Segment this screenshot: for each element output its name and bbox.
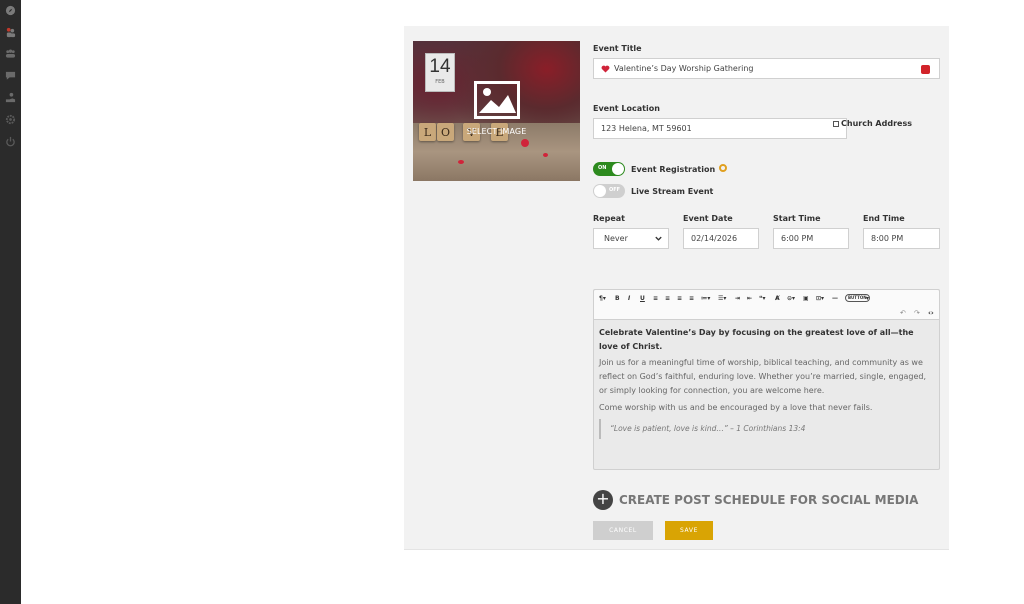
event-date-label: Event Date [683,214,733,223]
event-registration-toggle[interactable]: ON [593,162,625,176]
date-badge-day: 14 [429,56,451,77]
church-address-checkbox[interactable]: Church Address [833,119,912,128]
code-view-icon[interactable]: ‹› [928,309,934,317]
heart-decoration [521,139,529,147]
paragraph-format-button[interactable]: ¶▾ [599,295,606,302]
event-image[interactable]: L O V E 14 FEB SELECT IMAGE [413,41,580,181]
checkbox-box[interactable] [833,120,839,127]
select-image-label[interactable]: SELECT IMAGE [413,127,580,136]
indent-button[interactable]: ⇥ [735,295,740,302]
insert-image-button[interactable]: ▣ [803,295,809,302]
image-placeholder-icon [474,81,520,119]
date-badge-month: FEB [435,79,445,85]
start-time-value: 6:00 PM [781,234,814,243]
power-icon[interactable] [5,136,16,147]
undo-icon[interactable]: ↶ [900,309,906,317]
editor-toolbar: ¶▾ B I U ≡ ≡ ≡ ≡ ≔▾ ☰▾ ⇥ ⇤ ❝▾ Ⱥ ⊝▾ ▣ ⊡▾ … [594,290,939,320]
event-location-input[interactable]: 123 Helena, MT 59601 [593,118,847,139]
chat-icon[interactable] [5,70,16,81]
cancel-button[interactable]: CANCEL [593,521,653,540]
insert-video-button[interactable]: ⊡▾ [816,295,824,302]
toggle-knob [612,163,624,175]
event-location-value: 123 Helena, MT 59601 [601,124,692,133]
grammar-check-icon[interactable] [921,65,930,74]
ordered-list-button[interactable]: ≔▾ [701,295,710,302]
editor-content[interactable]: Celebrate Valentine’s Day by focusing on… [594,320,939,445]
toggle-text: ON [598,165,607,171]
end-time-input[interactable]: 8:00 PM [863,228,940,249]
plus-icon: + [593,490,613,510]
event-registration-label: Event Registration [631,165,716,174]
save-button[interactable]: SAVE [665,521,713,540]
editor-lead-text: Celebrate Valentine’s Day by focusing on… [599,328,914,351]
end-time-value: 8:00 PM [871,234,904,243]
align-left-button[interactable]: ≡ [653,295,658,302]
repeat-select[interactable]: Never [593,228,669,249]
create-social-schedule-label: CREATE POST SCHEDULE FOR SOCIAL MEDIA [619,493,919,507]
button-dropdown[interactable]: ▾ [866,295,869,302]
heart-decoration [543,153,548,157]
event-title-value: Valentine’s Day Worship Gathering [614,64,754,73]
quote-button[interactable]: ❝▾ [759,295,766,302]
editor-paragraph: Join us for a meaningful time of worship… [599,358,927,395]
event-location-label: Event Location [593,104,660,113]
gear-icon[interactable] [5,114,16,125]
insert-link-button[interactable]: ⊝▾ [787,295,795,302]
event-title-label: Event Title [593,44,642,53]
create-social-schedule-button[interactable]: + CREATE POST SCHEDULE FOR SOCIAL MEDIA [593,490,918,510]
chevron-down-icon [655,236,662,241]
editor-blockquote: “Love is patient, love is kind…” – 1 Cor… [599,419,934,439]
heart-icon [601,65,610,73]
outdent-button[interactable]: ⇤ [747,295,752,302]
event-date-input[interactable]: 02/14/2026 [683,228,759,249]
repeat-label: Repeat [593,214,625,223]
compass-icon[interactable] [5,5,16,16]
registration-settings-icon[interactable] [719,164,727,172]
redo-icon[interactable]: ↷ [914,309,920,317]
underline-button[interactable]: U [640,295,645,302]
heart-decoration [458,160,464,164]
church-address-label: Church Address [841,119,912,128]
sidebar [0,0,21,604]
live-stream-label: Live Stream Event [631,187,714,196]
event-date-value: 02/14/2026 [691,234,738,243]
italic-button[interactable]: I [628,295,630,302]
unordered-list-button[interactable]: ☰▾ [718,295,726,302]
event-title-input[interactable]: Valentine’s Day Worship Gathering [593,58,940,79]
event-form-panel: L O V E 14 FEB SELECT IMAGE Event Title … [404,26,949,550]
start-time-input[interactable]: 6:00 PM [773,228,849,249]
date-badge: 14 FEB [425,53,455,92]
bold-button[interactable]: B [615,295,620,302]
repeat-value: Never [604,234,628,243]
toggle-knob [594,185,606,197]
end-time-label: End Time [863,214,905,223]
description-editor[interactable]: ¶▾ B I U ≡ ≡ ≡ ≡ ≔▾ ☰▾ ⇥ ⇤ ❝▾ Ⱥ ⊝▾ ▣ ⊡▾ … [593,289,940,470]
start-time-label: Start Time [773,214,821,223]
horizontal-line-button[interactable]: — [832,295,838,302]
clear-format-button[interactable]: Ⱥ [775,295,780,302]
group-icon[interactable] [5,48,16,59]
users-icon[interactable] [5,27,16,38]
align-justify-button[interactable]: ≡ [689,295,694,302]
editor-paragraph: Come worship with us and be encouraged b… [599,403,873,412]
live-stream-toggle[interactable]: OFF [593,184,625,198]
align-center-button[interactable]: ≡ [665,295,670,302]
toggle-text: OFF [609,187,621,193]
donate-icon[interactable] [5,92,16,103]
align-right-button[interactable]: ≡ [677,295,682,302]
